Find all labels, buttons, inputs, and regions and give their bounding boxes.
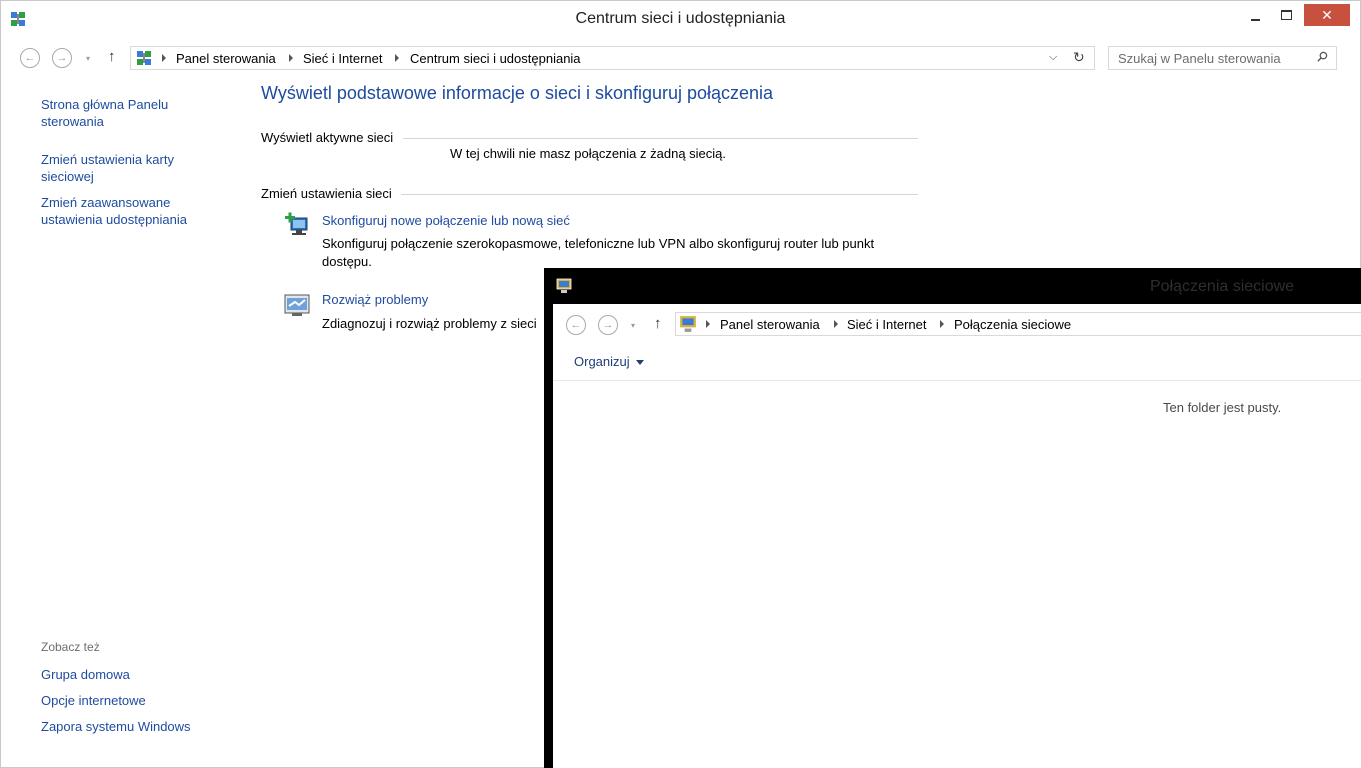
change-settings-label: Zmień ustawienia sieci: [261, 186, 392, 201]
network-connections-icon: [680, 316, 696, 332]
title-bar[interactable]: Centrum sieci i udostępniania ✕: [0, 0, 1361, 38]
forward-arrow-icon: →: [56, 52, 68, 64]
breadcrumb-separator-icon[interactable]: [395, 54, 399, 62]
organize-menu-button[interactable]: Organizuj: [574, 354, 644, 369]
see-also-label: Zobacz też: [41, 640, 100, 654]
windows-firewall-link[interactable]: Zapora systemu Windows: [41, 718, 221, 735]
refresh-icon: ↻: [1073, 49, 1085, 65]
change-advanced-sharing-link[interactable]: Zmień zaawansowane ustawienia udostępnia…: [41, 194, 221, 228]
minimize-icon: [1251, 19, 1260, 21]
up-button[interactable]: ↑: [654, 315, 662, 332]
new-connection-icon[interactable]: [283, 212, 311, 240]
troubleshoot-link[interactable]: Rozwiąż problemy: [322, 292, 428, 307]
setup-new-connection-link[interactable]: Skonfiguruj nowe połączenie lub nową sie…: [322, 213, 570, 228]
troubleshoot-description: Zdiagnozuj i rozwiąż problemy z sieci: [322, 316, 537, 331]
back-button[interactable]: ←: [20, 48, 40, 68]
chevron-down-icon: ▾: [631, 321, 636, 330]
breadcrumb-separator-icon[interactable]: [162, 54, 166, 62]
maximize-button[interactable]: [1272, 4, 1300, 26]
address-bar[interactable]: Panel sterowania Sieć i Internet Centrum…: [130, 46, 1095, 70]
maximize-icon: [1281, 10, 1292, 20]
chevron-down-icon: ⌵: [1049, 51, 1058, 63]
breadcrumb-separator-icon[interactable]: [940, 320, 944, 328]
breadcrumb-network-connections[interactable]: Połączenia sieciowe: [954, 317, 1071, 332]
close-button[interactable]: ✕: [1304, 4, 1350, 26]
empty-folder-message: Ten folder jest pusty.: [1163, 400, 1282, 415]
organize-label: Organizuj: [574, 354, 630, 369]
forward-button[interactable]: →: [52, 48, 72, 68]
breadcrumb-separator-icon[interactable]: [289, 54, 293, 62]
window-title: Połączenia sieciowe: [1150, 278, 1295, 295]
window-body: ← → ▾ ↑ Panel sterowania Sieć i Internet…: [553, 304, 1361, 768]
command-bar: Organizuj: [553, 342, 1361, 381]
up-button[interactable]: ↑: [108, 48, 116, 65]
forward-arrow-icon: →: [602, 319, 614, 331]
control-panel-icon: [137, 51, 151, 65]
section-divider: [403, 138, 918, 139]
search-input[interactable]: Szukaj w Panelu sterowania: [1108, 46, 1337, 70]
page-title: Wyświetl podstawowe informacje o sieci i…: [261, 83, 774, 103]
change-adapter-settings-link[interactable]: Zmień ustawienia karty sieciowej: [41, 151, 221, 185]
back-arrow-icon: ←: [24, 52, 36, 64]
address-history-dropdown[interactable]: ⌵: [1049, 51, 1057, 64]
address-bar[interactable]: Panel sterowania Sieć i Internet Połącze…: [675, 312, 1361, 336]
close-icon: ✕: [1321, 7, 1333, 23]
back-arrow-icon: ←: [570, 319, 582, 331]
breadcrumb-network-internet[interactable]: Sieć i Internet: [847, 317, 927, 332]
search-placeholder: Szukaj w Panelu sterowania: [1118, 51, 1281, 66]
active-networks-label: Wyświetl aktywne sieci: [261, 130, 394, 145]
section-divider: [401, 194, 918, 195]
breadcrumb-control-panel[interactable]: Panel sterowania: [720, 317, 820, 332]
chevron-down-icon: [635, 360, 644, 366]
recent-locations-dropdown[interactable]: ▾: [86, 54, 90, 63]
minimize-button[interactable]: [1241, 4, 1269, 26]
recent-locations-dropdown[interactable]: ▾: [631, 321, 635, 330]
breadcrumb-control-panel[interactable]: Panel sterowania: [176, 51, 276, 66]
back-button[interactable]: ←: [566, 315, 586, 335]
refresh-button[interactable]: ↻: [1073, 49, 1085, 66]
breadcrumb-separator-icon[interactable]: [706, 320, 710, 328]
up-arrow-icon: ↑: [654, 315, 662, 332]
setup-new-connection-description: Skonfiguruj połączenie szerokopasmowe, t…: [322, 236, 875, 269]
control-panel-home-link[interactable]: Strona główna Panelu sterowania: [41, 96, 221, 130]
breadcrumb-separator-icon[interactable]: [834, 320, 838, 328]
breadcrumb-network-internet[interactable]: Sieć i Internet: [303, 51, 383, 66]
troubleshoot-icon[interactable]: [283, 292, 311, 318]
network-connections-icon: [556, 278, 572, 293]
homegroup-link[interactable]: Grupa domowa: [41, 666, 221, 683]
window-title: Centrum sieci i udostępniania: [575, 10, 786, 27]
forward-button[interactable]: →: [598, 315, 618, 335]
network-connections-window: Połączenia sieciowe ← → ▾ ↑ Panel sterow…: [544, 268, 1361, 768]
title-bar[interactable]: Połączenia sieciowe: [544, 268, 1361, 304]
chevron-down-icon: ▾: [86, 54, 91, 63]
search-icon[interactable]: [1317, 51, 1328, 62]
internet-options-link[interactable]: Opcje internetowe: [41, 692, 221, 709]
breadcrumb-network-center[interactable]: Centrum sieci i udostępniania: [410, 51, 581, 66]
no-connection-message: W tej chwili nie masz połączenia z żadną…: [450, 146, 727, 161]
up-arrow-icon: ↑: [108, 48, 116, 65]
